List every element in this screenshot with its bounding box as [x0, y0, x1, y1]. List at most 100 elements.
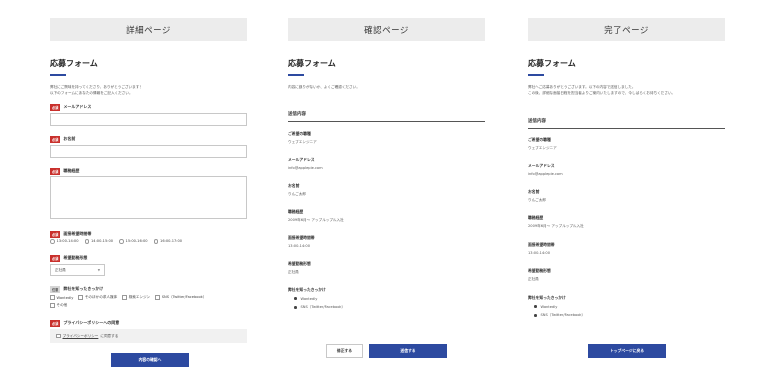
career-textarea[interactable] [50, 176, 247, 219]
intro-line-2: 以下のフォームにあなたの情報をご記入ください。 [50, 90, 133, 95]
email-field[interactable] [50, 113, 247, 126]
item-value: 正社員 [288, 270, 299, 274]
item-label: 希望勤務形態 [528, 268, 551, 273]
detail-banner: 詳細ページ [50, 18, 247, 41]
detail-page: 詳細ページ 応募フォーム 弊社にご興味を持ってくださり、ありがとうございます！ … [50, 18, 247, 378]
checkbox-icon [50, 303, 55, 308]
privacy-label-text: プライバシーポリシーへの同意 [63, 320, 120, 326]
required-tag: 必須 [50, 320, 61, 327]
checkbox-icon [56, 333, 61, 339]
source-option[interactable]: 検索エンジン [122, 295, 150, 300]
source-option[interactable]: Wantedly [50, 295, 73, 300]
confirm-form-title: 応募フォーム [288, 59, 336, 68]
item-label: 職務経歴 [528, 215, 544, 220]
source-label: 任意 弊社を知ったきっかけ [50, 286, 103, 293]
list-item: SNS（Twitter/Facebook） [294, 303, 345, 312]
career-label: 必須 職務経歴 [50, 168, 79, 175]
interview-label: 必須 面接希望時間帯 [50, 231, 91, 238]
item-value: 13:00-14:00 [288, 244, 311, 248]
required-tag: 必須 [50, 104, 61, 111]
item-value: りんご太郎 [528, 198, 546, 202]
item-label: 希望勤務形態 [288, 261, 311, 266]
required-tag: 必須 [50, 136, 61, 143]
list-item: SNS（Twitter/Facebook） [534, 311, 585, 320]
confirm-section-heading: 送信内容 [288, 112, 306, 117]
item-value: ウェブエンジニア [288, 140, 317, 144]
item-label: メールアドレス [288, 157, 315, 162]
required-tag: 必須 [50, 255, 61, 262]
radio-circle-icon [50, 239, 55, 244]
interview-radio-group: 13:00-14:00 14:00-15:00 15:00-16:00 16:0… [50, 239, 182, 244]
radio-circle-icon [119, 239, 124, 244]
checkbox-icon [155, 295, 160, 300]
source-checkbox-group: Wantedly そのほかの求人媒体 検索エンジン SNS（Twitter/Fa… [50, 295, 206, 300]
confirm-banner: 確認ページ [288, 18, 485, 41]
interview-option[interactable]: 15:00-16:00 [119, 239, 148, 244]
employment-selected-value: 正社員 [55, 267, 66, 272]
checkbox-icon [50, 295, 55, 300]
interview-option[interactable]: 14:00-15:00 [84, 239, 113, 244]
source-values-list: Wantedly SNS（Twitter/Facebook） [294, 294, 345, 312]
item-label: 面接希望時間帯 [528, 242, 555, 247]
item-label: お名前 [528, 189, 540, 194]
employment-select[interactable]: 正社員 ▼ [50, 264, 105, 276]
source-option[interactable]: SNS（Twitter/Facebook） [155, 295, 206, 300]
confirm-page: 確認ページ 応募フォーム 内容に誤りがないか、よくご確認ください。 送信内容 ご… [288, 18, 485, 378]
title-underline [528, 74, 544, 76]
career-label-text: 職務経歴 [63, 168, 80, 174]
privacy-label: 必須 プライバシーポリシーへの同意 [50, 320, 119, 327]
detail-form-title: 応募フォーム [50, 59, 98, 68]
item-value: info@applepie.com [288, 166, 323, 170]
source-checkbox-group-2: その他 [50, 303, 67, 308]
item-value: 13:00-14:00 [528, 251, 551, 255]
item-value: ウェブエンジニア [528, 146, 557, 150]
item-label: ご希望の職種 [528, 137, 551, 142]
employment-label-text: 希望勤務形態 [63, 255, 88, 261]
interview-label-text: 面接希望時間帯 [63, 231, 92, 237]
bullet-icon [534, 314, 537, 317]
chevron-down-icon: ▼ [97, 268, 100, 272]
privacy-suffix: に同意する [100, 333, 119, 338]
source-label-text: 弊社を知ったきっかけ [63, 286, 104, 292]
interview-option[interactable]: 16:00-17:00 [153, 239, 182, 244]
item-label: 弊社を知ったきっかけ [288, 287, 326, 292]
bullet-icon [294, 306, 297, 309]
back-edit-button[interactable]: 修正する [326, 344, 363, 358]
item-value: 正社員 [528, 277, 539, 281]
list-item: Wantedly [294, 294, 345, 303]
checkbox-icon [78, 295, 83, 300]
section-divider [528, 128, 725, 129]
item-label: ご希望の職種 [288, 131, 311, 136]
email-label-text: メールアドレス [63, 104, 92, 110]
bullet-icon [294, 297, 297, 300]
intro-line-2: この後、詳細な面接日程を担当者よりご案内いたしますので、今しばらくお待ちください… [528, 90, 676, 95]
complete-banner: 完了ページ [528, 18, 725, 41]
source-option[interactable]: そのほかの求人媒体 [78, 295, 117, 300]
source-option[interactable]: その他 [50, 303, 67, 308]
item-label: 弊社を知ったきっかけ [528, 295, 566, 300]
required-tag: 必須 [50, 231, 61, 238]
privacy-policy-link[interactable]: プライバシーポリシー [63, 334, 99, 339]
item-value: 2009年6月〜 アップルップル入社 [528, 224, 584, 228]
complete-section-heading: 送信内容 [528, 119, 546, 124]
send-button[interactable]: 送信する [369, 344, 447, 358]
optional-tag: 任意 [50, 286, 61, 293]
item-label: メールアドレス [528, 163, 555, 168]
item-value: りんご太郎 [288, 192, 306, 196]
name-field[interactable] [50, 145, 247, 158]
confirm-content-button[interactable]: 内容の確認へ [111, 353, 189, 367]
interview-option[interactable]: 13:00-14:00 [50, 239, 79, 244]
required-tag: 必須 [50, 168, 61, 175]
section-divider [288, 121, 485, 122]
checkbox-icon [122, 295, 127, 300]
title-underline [50, 74, 66, 76]
item-value: info@applepie.com [528, 172, 563, 176]
name-label: 必須 お名前 [50, 136, 75, 143]
list-item: Wantedly [534, 302, 585, 311]
name-label-text: お名前 [63, 136, 76, 142]
radio-circle-icon [153, 239, 159, 244]
radio-circle-icon [84, 239, 90, 244]
privacy-agree-checkbox[interactable]: プライバシーポリシー に同意する [50, 329, 247, 343]
confirm-intro: 内容に誤りがないか、よくご確認ください。 [288, 84, 360, 89]
back-to-top-button[interactable]: トップページに戻る [588, 344, 666, 358]
